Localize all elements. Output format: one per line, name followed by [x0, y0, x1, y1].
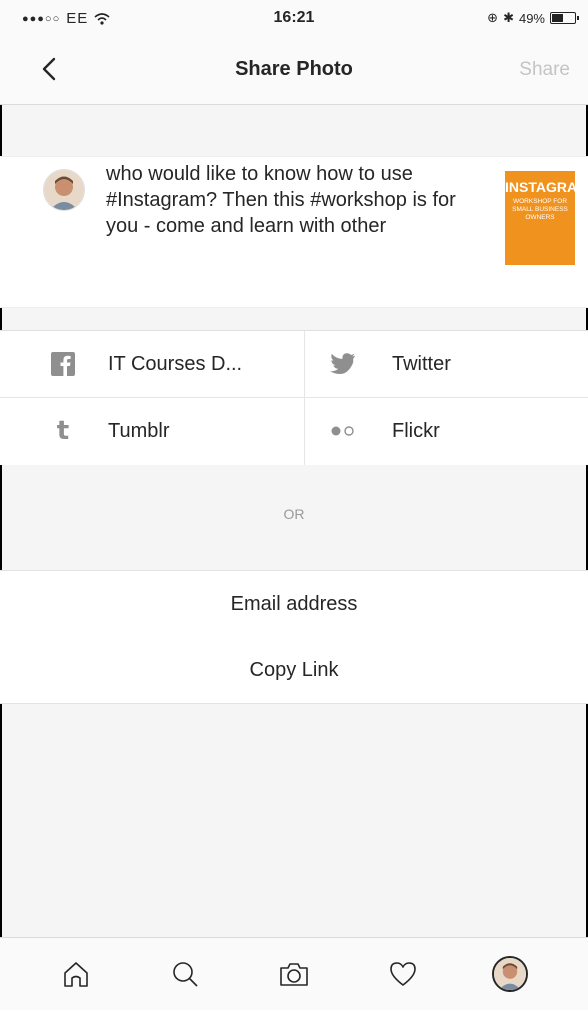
thumbnail-subtitle: WORKSHOP FOR SMALL BUSINESS OWNERS [512, 198, 568, 221]
service-tumblr[interactable]: t Tumblr [50, 398, 170, 464]
service-label: IT Courses D... [108, 352, 243, 375]
status-bar: ●●●○○ EE 16:21 ⊕ ✱ 49% [0, 0, 588, 36]
share-services-grid: IT Courses D... Twitter t Tumblr Flickr [0, 330, 588, 465]
service-label: Tumblr [108, 419, 170, 442]
search-icon [173, 962, 198, 987]
bluetooth-icon: ✱ [503, 10, 514, 25]
service-twitter[interactable]: Twitter [330, 331, 451, 397]
service-flickr[interactable]: Flickr [330, 398, 440, 464]
photo-thumbnail: INSTAGRAM WORKSHOP FOR SMALL BUSINESS OW… [505, 171, 588, 265]
nav-bar: Share Photo Share [0, 36, 588, 105]
page-title: Share Photo [235, 58, 353, 80]
profile-avatar [492, 956, 528, 992]
battery-percent: 49% [518, 10, 545, 26]
heart-icon [390, 962, 416, 986]
battery-icon [550, 12, 579, 24]
avatar [43, 169, 85, 211]
tab-home[interactable] [56, 954, 96, 994]
thumbnail-title: INSTAGRAM [505, 179, 588, 195]
service-label: Flickr [392, 419, 440, 442]
tab-activity[interactable] [383, 954, 423, 994]
grid-divider-vertical [304, 331, 305, 465]
camera-icon [280, 963, 308, 986]
email-address-button[interactable]: Email address [0, 570, 588, 638]
phone-frame [0, 0, 588, 1010]
tab-search[interactable] [165, 954, 205, 994]
facebook-icon [50, 351, 76, 377]
or-separator: OR [283, 506, 305, 522]
service-facebook[interactable]: IT Courses D... [50, 331, 242, 397]
tab-profile[interactable] [490, 954, 530, 994]
caption-textarea[interactable]: who would like to know how to use #Insta… [106, 161, 466, 239]
tumblr-icon: t [56, 416, 70, 446]
tab-bar [0, 937, 588, 1010]
alarm-icon: ⊕ [487, 10, 499, 25]
status-right: ⊕ ✱ 49% [487, 10, 579, 26]
tab-camera[interactable] [274, 954, 314, 994]
flickr-icon [330, 418, 356, 444]
caption-section: who would like to know how to use #Insta… [0, 156, 588, 308]
copy-link-button[interactable]: Copy Link [0, 637, 588, 704]
home-icon [64, 962, 88, 987]
twitter-icon [330, 351, 356, 377]
share-button[interactable]: Share [519, 59, 570, 81]
service-label: Twitter [392, 352, 451, 375]
